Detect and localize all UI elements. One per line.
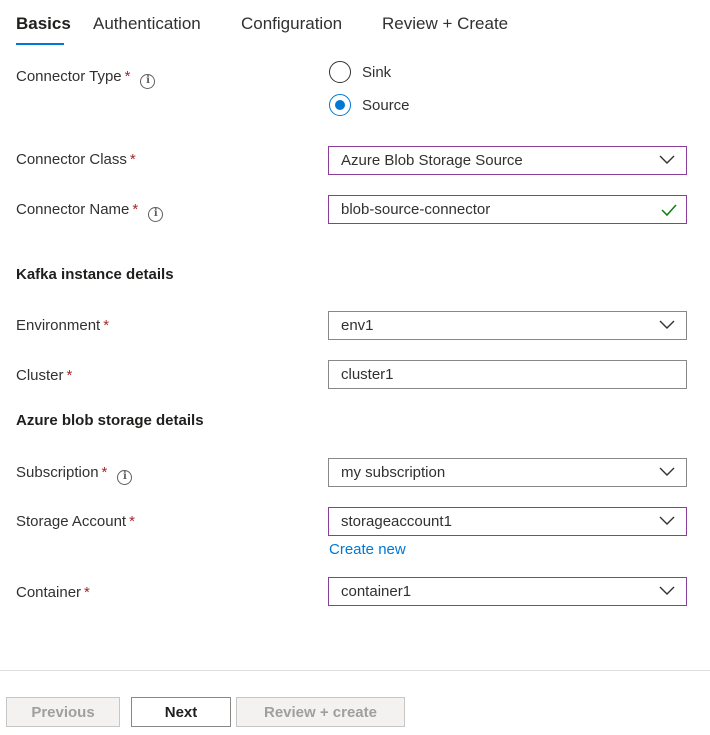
environment-value: env1 [341,317,374,334]
subscription-value: my subscription [341,464,446,481]
required-marker: * [66,367,73,384]
storage-account-label: Storage Account * [16,513,135,530]
chevron-down-icon [659,320,675,329]
required-marker: * [103,317,110,334]
subscription-label: Subscription * i [16,464,133,485]
connector-type-label: Connector Type * i [16,68,156,89]
cluster-input[interactable]: cluster1 [328,360,687,389]
radio-selected-dot [335,100,345,110]
container-dropdown[interactable]: container1 [328,577,687,606]
chevron-down-icon [659,155,675,164]
required-marker: * [129,151,136,168]
connector-class-dropdown[interactable]: Azure Blob Storage Source [328,146,687,175]
required-marker: * [101,464,108,481]
environment-label: Environment * [16,317,109,334]
previous-button[interactable]: Previous [6,697,120,727]
container-value: container1 [341,583,412,600]
chevron-down-icon [659,516,675,525]
create-new-link[interactable]: Create new [329,541,406,558]
info-icon[interactable]: i [148,206,164,222]
environment-label-text: Environment [16,317,101,334]
connector-class-label: Connector Class * [16,151,136,168]
container-label: Container * [16,584,90,601]
subscription-dropdown[interactable]: my subscription [328,458,687,487]
connector-class-value: Azure Blob Storage Source [341,152,523,169]
review-create-button[interactable]: Review + create [236,697,405,727]
subscription-label-text: Subscription [16,464,99,481]
chevron-down-icon [659,467,675,476]
storage-account-value: storageaccount1 [341,513,452,530]
info-icon[interactable]: i [140,73,156,89]
radio-sink-circle[interactable] [329,61,351,83]
cluster-label-text: Cluster [16,367,64,384]
environment-dropdown[interactable]: env1 [328,311,687,340]
connector-class-label-text: Connector Class [16,151,127,168]
azure-section-heading: Azure blob storage details [16,412,204,429]
required-marker: * [132,201,139,218]
connector-name-label-text: Connector Name [16,201,130,218]
checkmark-icon [661,204,677,217]
connector-type-label-text: Connector Type [16,68,122,85]
chevron-down-icon [659,586,675,595]
radio-source[interactable]: Source [329,94,410,116]
connector-name-value: blob-source-connector [341,201,491,218]
cluster-value: cluster1 [341,366,394,383]
tab-authentication[interactable]: Authentication [93,14,201,34]
cluster-label: Cluster * [16,367,72,384]
active-tab-indicator [16,43,64,45]
storage-account-label-text: Storage Account [16,513,127,530]
container-label-text: Container [16,584,82,601]
kafka-section-heading: Kafka instance details [16,266,174,283]
footer-divider [0,670,710,671]
required-marker: * [124,68,131,85]
tab-configuration[interactable]: Configuration [241,14,342,34]
radio-sink-label: Sink [362,63,392,81]
radio-source-label: Source [362,96,410,114]
radio-source-circle[interactable] [329,94,351,116]
required-marker: * [84,584,90,601]
tab-basics[interactable]: Basics [16,14,71,34]
radio-sink[interactable]: Sink [329,61,391,83]
connector-name-label: Connector Name * i [16,201,164,222]
storage-account-dropdown[interactable]: storageaccount1 [328,507,687,536]
info-icon[interactable]: i [117,469,133,485]
tab-review-create[interactable]: Review + Create [382,14,508,34]
connector-name-input[interactable]: blob-source-connector [328,195,687,224]
next-button[interactable]: Next [131,697,231,727]
required-marker: * [129,513,135,530]
